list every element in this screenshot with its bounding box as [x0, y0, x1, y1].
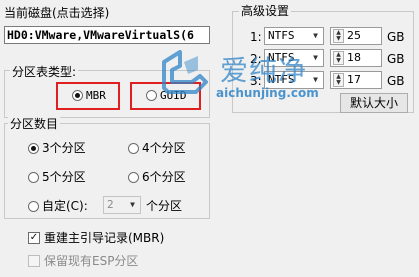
six-partitions-label: 6个分区	[142, 170, 186, 184]
row-1-size-value: 25	[347, 29, 361, 42]
current-disk-label: 当前磁盘(点击选择)	[4, 6, 110, 20]
four-partitions-radio[interactable]	[128, 143, 139, 154]
chevron-down-icon: ▼	[313, 53, 318, 62]
row-2-size-spin[interactable]: ▲ ▼ 18	[330, 49, 382, 67]
row-3-size-value: 17	[347, 73, 361, 86]
partition-count-label: 分区数目	[8, 117, 61, 131]
spin-arrows-icon[interactable]: ▲ ▼	[333, 73, 344, 87]
custom-partitions-label: 自定(C):	[42, 199, 88, 213]
spin-arrows-icon[interactable]: ▲ ▼	[333, 51, 344, 65]
three-partitions-radio[interactable]	[28, 143, 39, 154]
row-3-unit: GB	[387, 74, 405, 88]
partition-table-label: 分区表类型:	[10, 65, 79, 79]
current-disk-field[interactable]: HD0:VMware,VMwareVirtualS(6	[4, 26, 210, 44]
guid-radio[interactable]	[146, 90, 157, 101]
custom-partitions-value: 2	[107, 198, 114, 211]
row-1-fs-select[interactable]: NTFS ▼	[264, 27, 324, 45]
row-1-fs-value: NTFS	[268, 29, 295, 42]
watermark-logo-icon	[162, 50, 208, 94]
row-1-index: 1:	[250, 30, 262, 44]
custom-partitions-radio[interactable]	[28, 201, 39, 212]
three-partitions-label: 3个分区	[42, 141, 86, 155]
custom-partitions-select[interactable]: 2 ▼	[103, 196, 141, 214]
row-1-unit: GB	[387, 30, 405, 44]
five-partitions-radio[interactable]	[28, 172, 39, 183]
custom-partitions-suffix: 个分区	[146, 199, 183, 213]
mbr-radio[interactable]	[72, 90, 83, 101]
six-partitions-radio[interactable]	[128, 172, 139, 183]
keep-esp-label: 保留现有ESP分区	[44, 254, 139, 268]
row-2-size-value: 18	[347, 51, 361, 64]
rebuild-mbr-label: 重建主引导记录(MBR)	[44, 231, 165, 245]
spin-arrows-icon[interactable]: ▲ ▼	[333, 29, 344, 43]
row-3-size-spin[interactable]: ▲ ▼ 17	[330, 71, 382, 89]
watermark-brand: 爱纯净	[220, 54, 308, 87]
chevron-down-icon: ▼	[313, 31, 318, 40]
keep-esp-checkbox[interactable]	[28, 255, 40, 267]
four-partitions-label: 4个分区	[142, 141, 186, 155]
advanced-settings-label: 高级设置	[239, 4, 292, 18]
five-partitions-label: 5个分区	[42, 170, 86, 184]
default-size-button[interactable]: 默认大小	[340, 93, 408, 113]
row-1-size-spin[interactable]: ▲ ▼ 25	[330, 27, 382, 45]
watermark-url: aichunjing.com	[216, 86, 319, 100]
chevron-down-icon: ▼	[130, 200, 135, 209]
row-2-unit: GB	[387, 52, 405, 66]
mbr-label: MBR	[86, 89, 106, 102]
rebuild-mbr-checkbox[interactable]: ✓	[28, 232, 40, 244]
